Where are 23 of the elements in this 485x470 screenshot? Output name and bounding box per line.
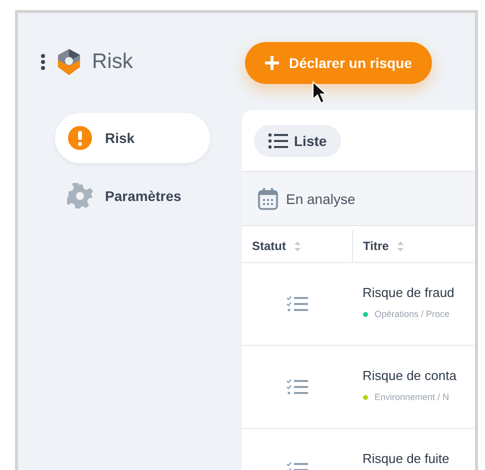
nav-item[interactable]: Paramètres	[55, 171, 210, 221]
group-label: En analyse	[286, 190, 356, 206]
risk-category: Environnement / N	[374, 392, 450, 402]
cursor-icon	[312, 81, 330, 105]
column-header[interactable]: Statut	[252, 239, 301, 253]
calendar-icon	[258, 188, 278, 210]
risk-category: Opérations / Proce	[374, 309, 450, 319]
plus-icon	[265, 56, 279, 70]
risk-title[interactable]: Risque de fuite	[362, 451, 465, 466]
warning-icon	[67, 125, 93, 151]
menu-icon[interactable]	[40, 53, 46, 71]
sort-icon	[396, 240, 404, 252]
checklist-icon	[286, 378, 308, 396]
sort-icon	[294, 240, 301, 252]
gear-icon	[67, 183, 93, 209]
list-icon	[268, 133, 288, 149]
checklist-icon	[286, 295, 308, 313]
column-header[interactable]: Titre	[363, 239, 404, 253]
risk-title[interactable]: Risque de conta	[362, 368, 465, 383]
app-title: Risk	[92, 50, 133, 74]
risk-title[interactable]: Risque de fraud	[362, 285, 465, 300]
view-tab[interactable]: Liste	[254, 125, 341, 157]
nav-item[interactable]: Risk	[55, 113, 210, 163]
